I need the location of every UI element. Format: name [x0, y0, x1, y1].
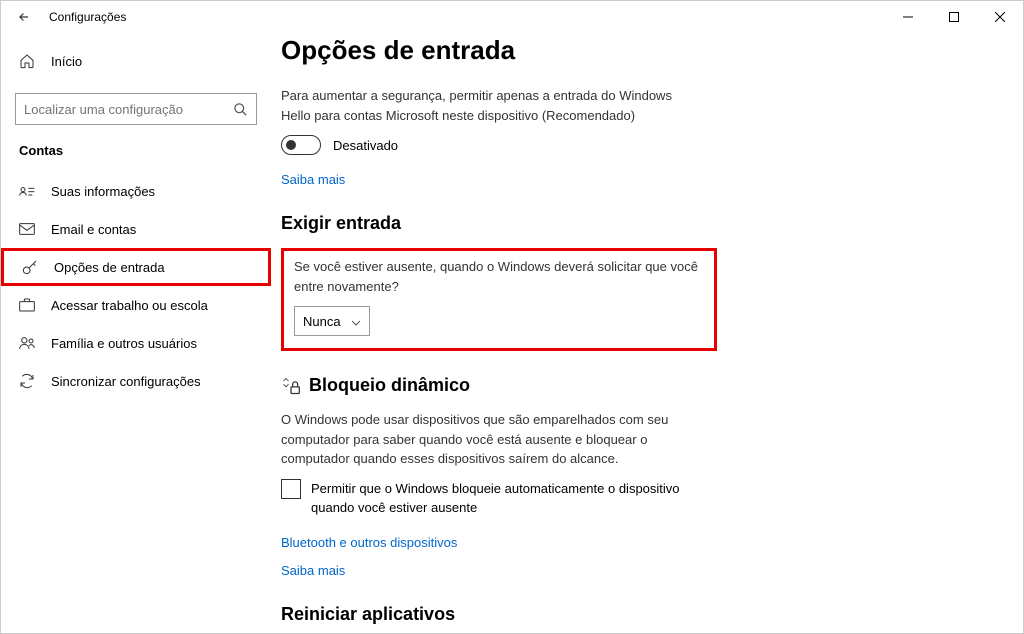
sidebar-item-email[interactable]: Email e contas: [1, 210, 271, 248]
sidebar-item-sync[interactable]: Sincronizar configurações: [1, 362, 271, 400]
sync-icon: [19, 373, 35, 389]
dynamic-lock-heading-text: Bloqueio dinâmico: [309, 375, 470, 396]
window-controls: [885, 1, 1023, 33]
window-title: Configurações: [49, 10, 126, 24]
require-signin-callout: Se você estiver ausente, quando o Window…: [281, 248, 717, 351]
minimize-button[interactable]: [885, 1, 931, 33]
maximize-button[interactable]: [931, 1, 977, 33]
home-icon: [19, 53, 35, 69]
require-signin-dropdown[interactable]: Nunca: [294, 306, 370, 336]
sidebar-section-header: Contas: [1, 143, 271, 172]
sidebar-item-label: Sincronizar configurações: [51, 374, 201, 389]
sidebar-item-label: Opções de entrada: [54, 260, 165, 275]
back-button[interactable]: [11, 10, 37, 24]
toggle-state-label: Desativado: [333, 138, 398, 153]
dynamic-lock-checkbox-row: Permitir que o Windows bloqueie automati…: [281, 479, 681, 518]
restart-apps-heading: Reiniciar aplicativos: [281, 604, 983, 625]
sidebar-item-label: Acessar trabalho ou escola: [51, 298, 208, 313]
sidebar-item-family[interactable]: Família e outros usuários: [1, 324, 271, 362]
sidebar-item-label: Família e outros usuários: [51, 336, 197, 351]
people-icon: [19, 336, 35, 350]
hello-toggle[interactable]: [281, 135, 321, 155]
dropdown-value: Nunca: [303, 314, 341, 329]
search-icon: [233, 102, 248, 117]
dynamic-lock-icon: [281, 376, 301, 396]
sidebar-item-signin-options[interactable]: Opções de entrada: [1, 248, 271, 286]
dynamic-lock-checkbox[interactable]: [281, 479, 301, 499]
require-signin-heading: Exigir entrada: [281, 213, 983, 234]
mail-icon: [19, 223, 35, 235]
sidebar-item-label: Suas informações: [51, 184, 155, 199]
search-input-container[interactable]: [15, 93, 257, 125]
sidebar-item-label: Email e contas: [51, 222, 136, 237]
dynamic-lock-checkbox-label: Permitir que o Windows bloqueie automati…: [311, 479, 681, 518]
require-signin-desc: Se você estiver ausente, quando o Window…: [294, 257, 704, 296]
close-button[interactable]: [977, 1, 1023, 33]
learn-more-link-2[interactable]: Saiba mais: [281, 563, 345, 578]
person-card-icon: [19, 185, 35, 197]
titlebar: Configurações: [1, 1, 1023, 33]
security-description: Para aumentar a segurança, permitir apen…: [281, 86, 701, 125]
dynamic-lock-heading: Bloqueio dinâmico: [281, 375, 983, 396]
chevron-down-icon: [351, 314, 361, 329]
page-title: Opções de entrada: [281, 35, 983, 66]
dynamic-lock-desc: O Windows pode usar dispositivos que são…: [281, 410, 701, 469]
hello-toggle-row: Desativado: [281, 135, 983, 155]
sidebar-item-your-info[interactable]: Suas informações: [1, 172, 271, 210]
sidebar-item-work-school[interactable]: Acessar trabalho ou escola: [1, 286, 271, 324]
sidebar: Início Contas Suas informações Email e c…: [1, 33, 271, 633]
key-icon: [22, 259, 38, 275]
bluetooth-link[interactable]: Bluetooth e outros dispositivos: [281, 535, 457, 550]
search-input[interactable]: [24, 102, 233, 117]
main-content: Opções de entrada Para aumentar a segura…: [271, 33, 1023, 633]
home-button[interactable]: Início: [1, 43, 271, 79]
learn-more-link[interactable]: Saiba mais: [281, 172, 345, 187]
home-label: Início: [51, 54, 82, 69]
briefcase-icon: [19, 298, 35, 312]
